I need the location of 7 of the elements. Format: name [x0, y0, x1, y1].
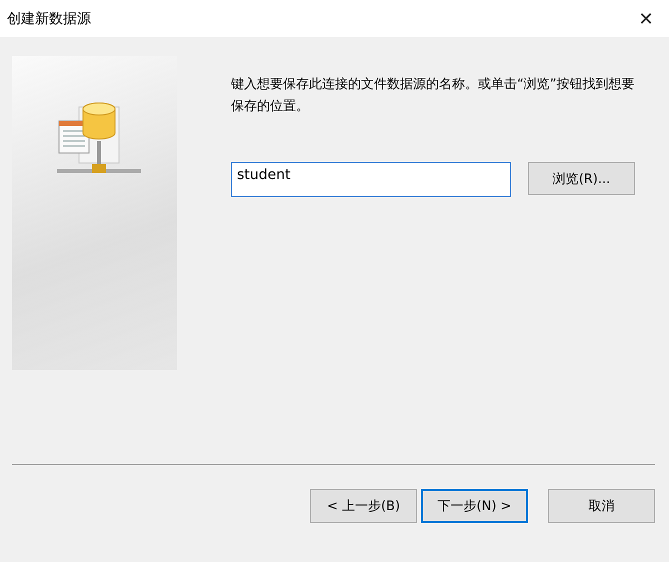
cancel-button[interactable]: 取消 [548, 489, 655, 523]
name-input-field[interactable]: student [231, 162, 511, 197]
next-button[interactable]: 下一步(N) > [421, 489, 528, 523]
instruction-text: 键入想要保存此连接的文件数据源的名称。或单击“浏览”按钮找到想要保存的位置。 [231, 76, 636, 116]
browse-button[interactable]: 浏览(R)... [528, 162, 635, 195]
window-title: 创建新数据源 [7, 10, 91, 28]
back-button[interactable]: < 上一步(B) [310, 489, 417, 523]
